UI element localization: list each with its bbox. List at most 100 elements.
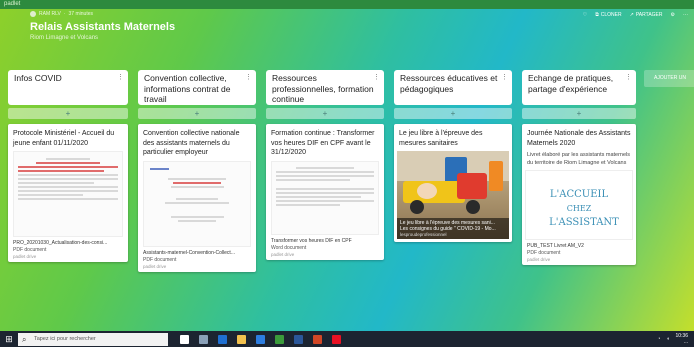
more-button[interactable]: ··· xyxy=(683,12,688,18)
column-header[interactable]: Ressources éducatives et pédagogiques ⋮ xyxy=(394,70,512,105)
column-menu-icon[interactable]: ⋮ xyxy=(373,73,380,84)
avatar[interactable] xyxy=(30,11,36,17)
cover-line-3: L'ASSISTANT xyxy=(549,217,619,228)
clock-date: ... xyxy=(683,339,688,345)
post-card[interactable]: Convention collective nationale des assi… xyxy=(138,124,256,272)
add-post-button[interactable]: + xyxy=(266,108,384,119)
post-title: Formation continue : Transformer vos heu… xyxy=(271,130,375,156)
file-source: padlet drive xyxy=(143,263,167,269)
caption-source: lesproudeprofessionnel xyxy=(400,232,447,237)
column-convention: Convention collective, informations cont… xyxy=(138,70,256,272)
post-age: 37 minutes xyxy=(68,11,93,17)
post-card[interactable]: Journée Nationale des Assistants Materne… xyxy=(522,124,636,265)
column-header[interactable]: Ressources professionnelles, formation c… xyxy=(266,70,384,105)
column-title: Convention collective, informations cont… xyxy=(144,73,231,104)
chrome-icon[interactable] xyxy=(275,334,284,344)
add-post-button[interactable]: + xyxy=(394,108,512,119)
page-subtitle: Riom Limagne et Volcans xyxy=(30,35,99,41)
clock[interactable]: 10:36 ... xyxy=(675,333,688,345)
page-title: Relais Assistants Maternels xyxy=(30,21,176,33)
share-icon: ↗ xyxy=(629,12,634,18)
file-type: PDF document xyxy=(13,247,47,253)
author-name: RAM RLV xyxy=(39,11,61,17)
settings-button[interactable]: ⚙ xyxy=(671,12,675,18)
column-infos-covid: Infos COVID ⋮ + Protocole Ministériel - … xyxy=(8,70,128,262)
pad-header: RAM RLV · 37 minutes Relais Assistants M… xyxy=(30,11,175,41)
cortana-icon[interactable] xyxy=(180,334,189,344)
heart-icon: ♡ xyxy=(582,12,588,18)
author-meta: RAM RLV · 37 minutes xyxy=(30,11,175,17)
file-name: PUB_TEST Livret AM_V2 xyxy=(527,243,584,249)
post-title: Le jeu libre à l'épreuve des mesures san… xyxy=(399,130,483,147)
word-icon[interactable] xyxy=(294,334,303,344)
like-button[interactable]: ♡ xyxy=(583,12,587,18)
gear-icon: ⚙ xyxy=(670,12,675,18)
edge-icon[interactable] xyxy=(218,334,227,344)
post-title: Journée Nationale des Assistants Materne… xyxy=(527,130,631,147)
acrobat-icon[interactable] xyxy=(332,334,341,344)
file-source: padlet drive xyxy=(527,257,551,262)
post-title: Protocole Ministériel - Accueil du jeune… xyxy=(13,130,115,147)
column-title: Ressources professionnelles, formation c… xyxy=(272,73,374,104)
post-card[interactable]: Le jeu libre à l'épreuve des mesures san… xyxy=(394,124,512,242)
add-post-button[interactable]: + xyxy=(138,108,256,119)
file-type: Word document xyxy=(271,244,307,251)
header-actions: ♡ ⧉ CLONER ↗ PARTAGER ⚙ ··· xyxy=(583,12,688,18)
taskbar-search-input[interactable]: ⌕ Tapez ici pour rechercher xyxy=(18,332,168,346)
post-card[interactable]: Protocole Ministériel - Accueil du jeune… xyxy=(8,124,128,262)
windows-start-icon[interactable]: ⊞ xyxy=(0,334,18,345)
post-body: Livret élaboré par les assistants matern… xyxy=(527,152,631,166)
column-title: Infos COVID xyxy=(14,73,62,83)
column-header[interactable]: Convention collective, informations cont… xyxy=(138,70,256,105)
volume-icon[interactable]: ◖ xyxy=(666,336,669,342)
column-ressources-pro: Ressources professionnelles, formation c… xyxy=(266,70,384,260)
powerpoint-icon[interactable] xyxy=(313,334,322,344)
network-icon[interactable]: ◔ xyxy=(657,336,660,342)
image-caption: Le jeu libre à l'épreuve des mesures san… xyxy=(397,218,509,239)
windows-taskbar: ⊞ ⌕ Tapez ici pour rechercher ◔ ◖ 10:36 … xyxy=(0,331,694,347)
post-title: Convention collective nationale des assi… xyxy=(143,130,240,156)
column-menu-icon[interactable]: ⋮ xyxy=(625,73,632,84)
file-name: PRO_20201030_Actualisation-des-consi... xyxy=(13,240,108,246)
column-menu-icon[interactable]: ⋮ xyxy=(501,73,508,84)
file-type: PDF document xyxy=(143,256,177,263)
file-source: padlet drive xyxy=(271,251,295,257)
document-preview xyxy=(271,160,379,235)
file-name: Transformer vos heures DIF en CPF xyxy=(271,237,352,244)
document-preview xyxy=(143,160,251,247)
column-menu-icon[interactable]: ⋮ xyxy=(117,73,124,84)
clone-icon: ⧉ xyxy=(595,12,599,18)
taskbar-apps xyxy=(180,334,341,344)
share-button[interactable]: ↗ PARTAGER xyxy=(630,12,663,18)
column-menu-icon[interactable]: ⋮ xyxy=(245,73,252,84)
file-type: PDF document xyxy=(527,250,561,256)
cover-line-2: CHEZ xyxy=(566,204,592,213)
column-echange-pratiques: Echange de pratiques, partage d'expérien… xyxy=(522,70,636,265)
file-name: Assistants-maternel-Convention-Collect..… xyxy=(143,249,235,256)
cover-line-1: L'ACCUEIL xyxy=(549,189,609,200)
file-source: padlet drive xyxy=(13,254,37,259)
column-ressources-educatives: Ressources éducatives et pédagogiques ⋮ … xyxy=(394,70,512,242)
column-title: Echange de pratiques, partage d'expérien… xyxy=(528,73,614,94)
task-view-icon[interactable] xyxy=(199,334,208,344)
separator: · xyxy=(63,11,66,17)
column-title: Ressources éducatives et pédagogiques xyxy=(400,73,498,94)
search-icon: ⌕ xyxy=(22,334,27,344)
folder-icon[interactable] xyxy=(237,334,246,344)
column-header[interactable]: Echange de pratiques, partage d'expérien… xyxy=(522,70,636,105)
search-placeholder: Tapez ici pour rechercher xyxy=(34,335,96,342)
clone-label: CLONER xyxy=(600,12,622,18)
share-label: PARTAGER xyxy=(635,12,663,18)
add-post-button[interactable]: + xyxy=(8,108,128,119)
post-card[interactable]: Formation continue : Transformer vos heu… xyxy=(266,124,384,260)
clone-button[interactable]: ⧉ CLONER xyxy=(595,12,621,18)
document-preview xyxy=(13,151,123,237)
column-header[interactable]: Infos COVID ⋮ xyxy=(8,70,128,105)
system-tray: ◔ ◖ 10:36 ... xyxy=(657,333,694,345)
add-post-button[interactable]: + xyxy=(522,108,636,119)
add-column-button[interactable]: AJOUTER UN xyxy=(644,70,694,87)
mail-icon[interactable] xyxy=(256,334,265,344)
more-icon: ··· xyxy=(683,12,688,18)
window-titlebar: padlet xyxy=(0,0,694,9)
livret-cover: L'ACCUEIL CHEZ L'ASSISTANT xyxy=(525,170,633,240)
